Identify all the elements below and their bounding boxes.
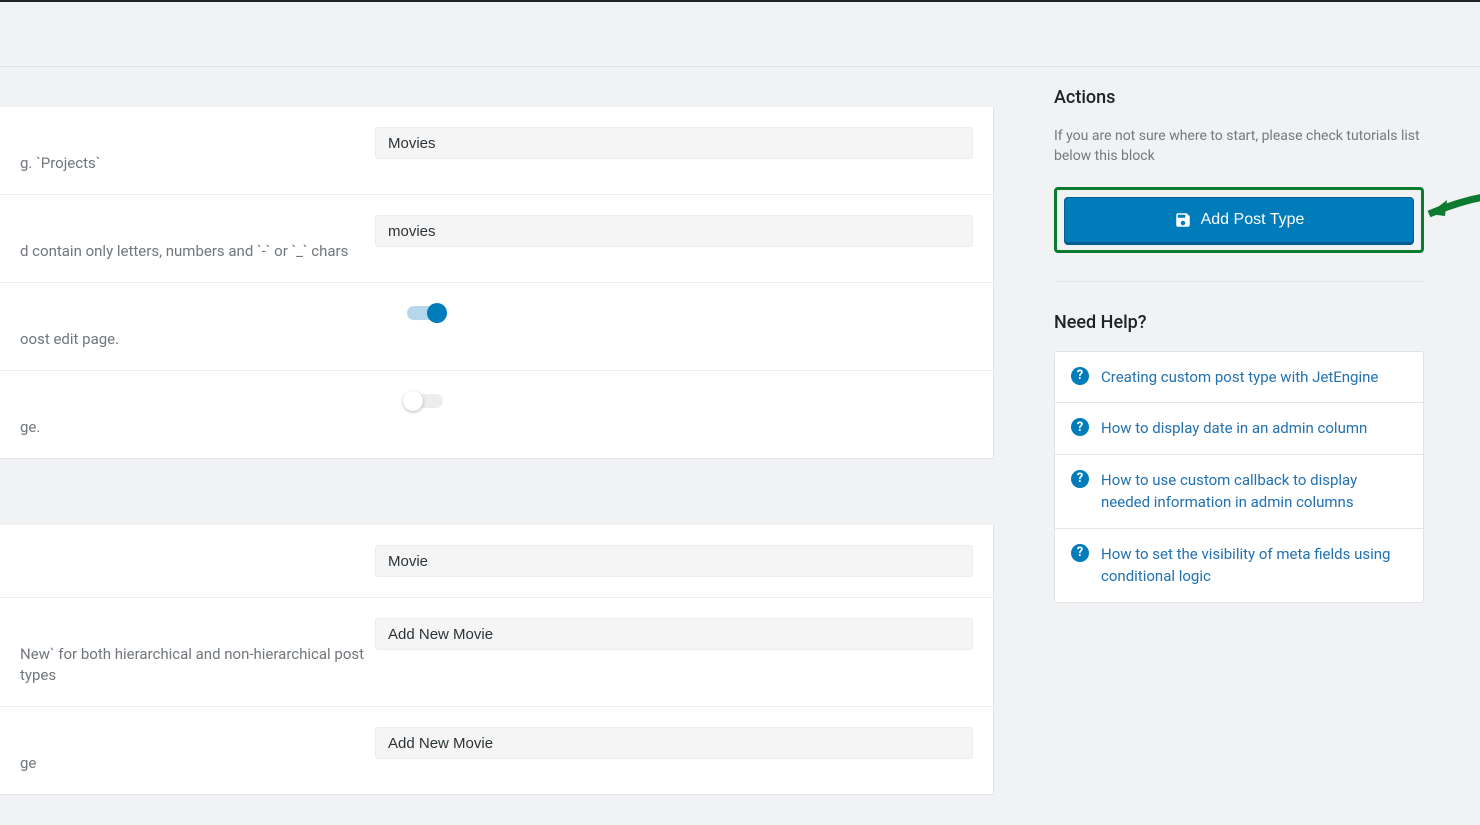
edit-page-toggle[interactable] <box>407 306 443 320</box>
general-settings-card: g. `Projects` d contain only letters, nu… <box>0 107 994 459</box>
help-link-conditional-visibility[interactable]: ? How to set the visibility of meta fiel… <box>1055 529 1423 602</box>
field-row-slug: d contain only letters, numbers and `-` … <box>0 195 993 283</box>
add-post-type-button[interactable]: Add Post Type <box>1064 197 1414 243</box>
help-link-label: How to set the visibility of meta fields… <box>1101 543 1407 588</box>
add-post-type-label: Add Post Type <box>1201 211 1305 229</box>
help-link-display-date[interactable]: ? How to display date in an admin column <box>1055 403 1423 455</box>
help-link-create-cpt[interactable]: ? Creating custom post type with JetEngi… <box>1055 352 1423 404</box>
add-new-input[interactable] <box>375 618 973 650</box>
field-row-singular <box>0 525 993 598</box>
field-desc: ge <box>20 727 375 774</box>
help-link-label: How to use custom callback to display ne… <box>1101 469 1407 514</box>
field-desc <box>20 545 375 571</box>
header-spacer <box>0 2 1480 66</box>
action-highlight-box: Add Post Type <box>1054 187 1424 253</box>
field-desc: oost edit page. <box>20 303 407 350</box>
help-list: ? Creating custom post type with JetEngi… <box>1054 351 1424 603</box>
add-new-item-input[interactable] <box>375 727 973 759</box>
sidebar-divider <box>1054 281 1424 282</box>
question-icon: ? <box>1071 367 1089 385</box>
field-desc: New` for both hierarchical and non-hiera… <box>20 618 375 686</box>
help-link-label: How to display date in an admin column <box>1101 417 1367 440</box>
field-row-toggle-edit: oost edit page. <box>0 283 993 371</box>
field-desc: g. `Projects` <box>20 127 375 174</box>
field-row-add-new-item: ge <box>0 707 993 794</box>
singular-name-input[interactable] <box>375 545 973 577</box>
question-icon: ? <box>1071 544 1089 562</box>
save-icon <box>1174 211 1192 229</box>
need-help-title: Need Help? <box>1054 312 1424 333</box>
name-input[interactable] <box>375 127 973 159</box>
other-toggle[interactable] <box>407 394 443 408</box>
actions-title: Actions <box>1054 87 1424 108</box>
slug-input[interactable] <box>375 215 973 247</box>
actions-description: If you are not sure where to start, plea… <box>1054 126 1424 167</box>
field-desc: ge. <box>20 391 407 438</box>
help-link-label: Creating custom post type with JetEngine <box>1101 366 1378 389</box>
labels-card: New` for both hierarchical and non-hiera… <box>0 525 994 795</box>
field-row-toggle-other: ge. <box>0 371 993 458</box>
question-icon: ? <box>1071 418 1089 436</box>
annotation-arrow-icon <box>1421 184 1480 244</box>
help-link-custom-callback[interactable]: ? How to use custom callback to display … <box>1055 455 1423 529</box>
field-row-name: g. `Projects` <box>0 107 993 195</box>
field-row-add-new: New` for both hierarchical and non-hiera… <box>0 598 993 707</box>
field-desc: d contain only letters, numbers and `-` … <box>20 215 375 262</box>
question-icon: ? <box>1071 470 1089 488</box>
